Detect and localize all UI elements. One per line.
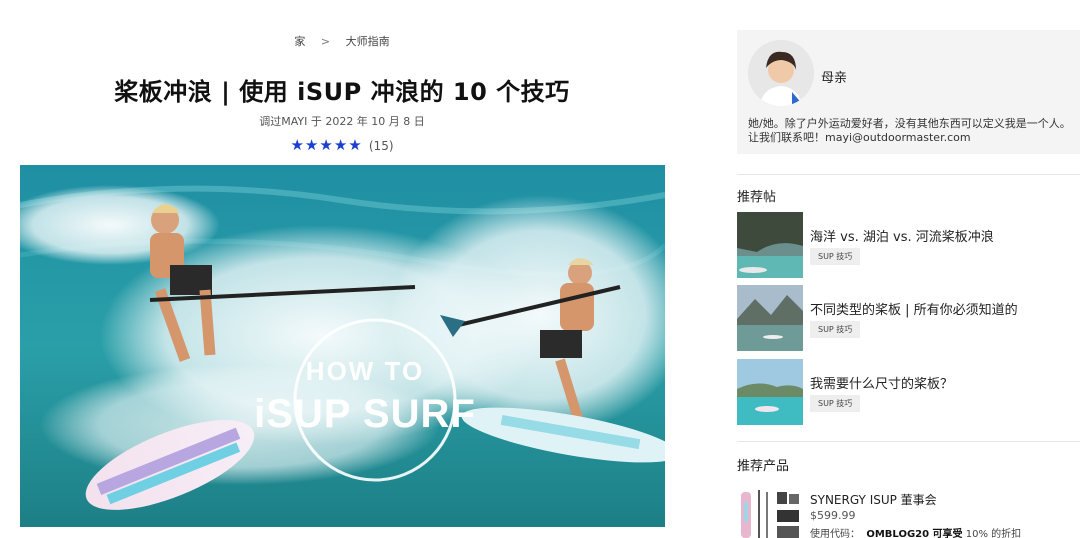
recommended-post-item[interactable]: 不同类型的桨板 | 所有你必须知道的 SUP 技巧 <box>737 285 1080 351</box>
author-bio-line: 她/她。除了户外运动爱好者，没有其他东西可以定义我是一个人。 <box>748 117 1071 130</box>
author-contact: 让我们联系吧！mayi@outdoormaster.com <box>748 131 971 144</box>
post-thumbnail[interactable] <box>737 285 803 351</box>
divider <box>737 441 1080 442</box>
hero-image: HOW TO iSUP SURF <box>20 165 665 527</box>
post-tag[interactable]: SUP 技巧 <box>810 395 861 412</box>
recommended-product-item[interactable]: SYNERGY ISUP 董事会 $599.99 使用代码： OMBLOG20 … <box>737 488 1080 538</box>
hero-logo-line1: HOW TO <box>306 356 424 386</box>
recommended-post-item[interactable]: 海洋 vs. 湖泊 vs. 河流桨板冲浪 SUP 技巧 <box>737 212 1080 278</box>
recommended-products-title: 推荐产品 <box>737 459 790 474</box>
chevron-right-icon: > <box>320 35 331 48</box>
divider <box>737 174 1080 175</box>
article-meta: 调过MAYI 于 2022 年 10 月 8 日 <box>259 115 425 128</box>
post-thumbnail[interactable] <box>737 359 803 425</box>
article-main: 家 > 大师指南 桨板冲浪 | 使用 iSUP 冲浪的 10 个技巧 调过MAY… <box>0 0 684 538</box>
promo-prefix: 使用代码： <box>810 529 860 538</box>
breadcrumb-home-link[interactable]: 家 <box>294 35 305 48</box>
post-title[interactable]: 海洋 vs. 湖泊 vs. 河流桨板冲浪 <box>810 226 994 245</box>
product-name[interactable]: SYNERGY ISUP 董事会 <box>810 491 937 508</box>
hero-logo-line2: iSUP SURF <box>254 392 476 436</box>
rating-count: (15) <box>368 139 394 153</box>
author-card: 母亲 她/她。除了户外运动爱好者，没有其他东西可以定义我是一个人。 让我们联系吧… <box>737 30 1080 154</box>
product-promo: 使用代码： OMBLOG20 可享受 10% 的折扣 <box>810 525 1021 538</box>
breadcrumb-current-link[interactable]: 大师指南 <box>346 35 390 48</box>
product-price: $599.99 <box>810 509 856 522</box>
star-icon: ★★★★★ <box>290 136 363 154</box>
post-title[interactable]: 不同类型的桨板 | 所有你必须知道的 <box>810 299 1018 318</box>
post-tag[interactable]: SUP 技巧 <box>810 248 861 265</box>
sidebar: 母亲 她/她。除了户外运动爱好者，没有其他东西可以定义我是一个人。 让我们联系吧… <box>737 0 1080 538</box>
star-rating[interactable]: ★★★★★ (15) <box>0 136 684 154</box>
recommended-post-item[interactable]: 我需要什么尺寸的桨板？ SUP 技巧 <box>737 359 1080 425</box>
breadcrumb: 家 > 大师指南 <box>0 33 684 49</box>
avatar[interactable] <box>748 40 814 106</box>
promo-code: OMBLOG20 可享受 <box>866 529 963 538</box>
post-tag[interactable]: SUP 技巧 <box>810 321 861 338</box>
promo-suffix: 10% 的折扣 <box>965 529 1022 538</box>
post-title[interactable]: 我需要什么尺寸的桨板？ <box>810 373 953 392</box>
author-bio: 她/她。除了户外运动爱好者，没有其他东西可以定义我是一个人。 让我们联系吧！ma… <box>748 117 1078 145</box>
post-thumbnail[interactable] <box>737 212 803 278</box>
recommended-posts-title: 推荐帖 <box>737 190 777 205</box>
product-thumbnail[interactable] <box>737 488 803 538</box>
page-title: 桨板冲浪 | 使用 iSUP 冲浪的 10 个技巧 <box>114 78 570 106</box>
author-name[interactable]: 母亲 <box>821 67 847 86</box>
